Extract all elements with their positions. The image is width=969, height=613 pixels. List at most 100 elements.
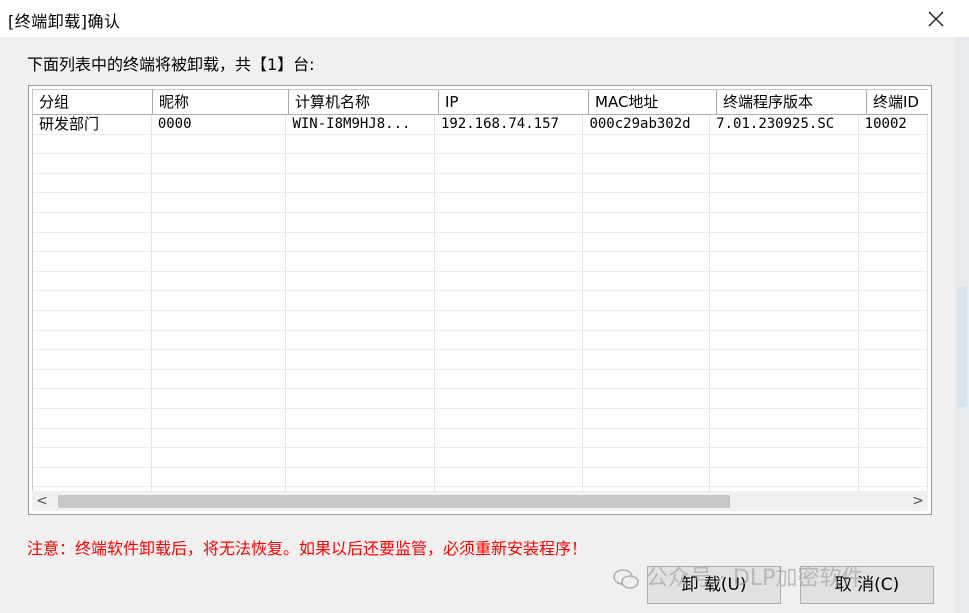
table-cell <box>33 448 152 467</box>
table-cell <box>435 389 584 408</box>
table-cell <box>286 154 435 173</box>
table-cell <box>152 448 287 467</box>
scroll-right-button[interactable]: > <box>908 491 928 511</box>
table-cell: 0000 <box>152 115 287 134</box>
column-header[interactable]: IP <box>439 90 589 114</box>
table-cell <box>435 369 584 389</box>
empty-row <box>33 369 928 390</box>
empty-row <box>33 350 928 370</box>
table-cell <box>286 310 435 330</box>
table-cell <box>435 448 584 467</box>
table-cell: 192.168.74.157 <box>435 115 584 134</box>
table-cell <box>152 134 287 154</box>
column-header[interactable]: 计算机名称 <box>289 90 439 114</box>
empty-row <box>33 252 928 272</box>
table-cell <box>152 154 287 173</box>
table-cell: 7.01.230925.SC <box>710 115 859 134</box>
column-header[interactable]: 终端ID <box>867 90 928 114</box>
cancel-button[interactable]: 取 消(C) <box>800 566 934 604</box>
table-cell <box>710 134 859 154</box>
table-cell <box>859 154 928 173</box>
horizontal-scrollbar[interactable]: < > <box>32 491 928 511</box>
table-cell <box>710 350 859 369</box>
table-cell <box>152 271 287 291</box>
table-cell <box>33 350 152 369</box>
table-cell <box>583 134 711 154</box>
table-cell <box>710 154 859 173</box>
table-cell <box>152 389 287 408</box>
table-cell <box>435 173 584 193</box>
scroll-left-button[interactable]: < <box>32 491 52 511</box>
prompt-text: 下面列表中的终端将被卸载，共【1】台: <box>27 55 315 74</box>
empty-row <box>33 154 928 174</box>
table-cell <box>859 389 928 408</box>
table-cell <box>710 428 859 448</box>
table-cell <box>859 134 928 154</box>
table-cell <box>583 428 711 448</box>
table-cell <box>859 252 928 271</box>
table-cell <box>152 232 287 252</box>
table-cell <box>152 408 287 428</box>
empty-row <box>33 212 928 233</box>
table-cell <box>286 291 435 310</box>
table-cell <box>33 134 152 154</box>
empty-row <box>33 310 928 331</box>
table-cell <box>33 154 152 173</box>
table-cell <box>152 193 287 212</box>
table-cell <box>152 330 287 350</box>
table-cell <box>859 173 928 193</box>
table-cell <box>435 134 584 154</box>
table-cell <box>435 232 584 252</box>
table-cell <box>859 350 928 369</box>
table-cell <box>710 291 859 310</box>
column-header[interactable]: 终端程序版本 <box>717 90 867 114</box>
column-header[interactable]: 昵称 <box>153 90 289 114</box>
empty-row <box>33 173 928 194</box>
table-cell <box>583 448 711 467</box>
table-cell <box>710 408 859 428</box>
table-cell <box>583 330 711 350</box>
table-cell <box>859 428 928 448</box>
table-cell <box>286 408 435 428</box>
table-cell <box>152 467 287 487</box>
empty-row <box>33 232 928 253</box>
empty-row <box>33 134 928 155</box>
table-cell <box>583 408 711 428</box>
table-row[interactable]: 研发部门 0000 WIN-I8M9HJ8... 192.168.74.157 000c… <box>33 115 928 135</box>
table-cell <box>859 310 928 330</box>
table-cell <box>435 154 584 173</box>
table-cell <box>286 232 435 252</box>
table-cell <box>859 467 928 487</box>
table-cell <box>152 428 287 448</box>
table-cell <box>710 271 859 291</box>
close-icon[interactable] <box>925 8 947 30</box>
table-cell <box>33 271 152 291</box>
table-cell <box>152 173 287 193</box>
column-header[interactable]: 分组 <box>33 90 153 114</box>
table-cell <box>435 350 584 369</box>
table-cell: 10002 <box>859 115 928 134</box>
table-cell <box>710 467 859 487</box>
table-cell <box>583 271 711 291</box>
scroll-thumb[interactable] <box>58 495 730 508</box>
table-cell: 000c29ab302d <box>583 115 711 134</box>
table-cell <box>710 212 859 232</box>
table-cell <box>286 271 435 291</box>
table-cell <box>435 291 584 310</box>
table-cell <box>286 428 435 448</box>
table-cell <box>435 408 584 428</box>
table-cell <box>286 193 435 212</box>
background-strip-right <box>955 37 969 613</box>
table-cell <box>286 467 435 487</box>
table-cell <box>435 428 584 448</box>
empty-row <box>33 271 928 292</box>
table-cell <box>152 350 287 369</box>
table-cell <box>152 369 287 389</box>
terminal-list[interactable]: 分组 昵称 计算机名称 IP MAC地址 终端程序版本 终端ID 研发部门 0000 WIN-I… <box>28 85 932 515</box>
table-cell <box>583 369 711 389</box>
uninstall-button[interactable]: 卸 载(U) <box>647 566 781 604</box>
table-cell <box>286 330 435 350</box>
column-header[interactable]: MAC地址 <box>589 90 717 114</box>
table-cell <box>286 173 435 193</box>
table-cell <box>583 467 711 487</box>
